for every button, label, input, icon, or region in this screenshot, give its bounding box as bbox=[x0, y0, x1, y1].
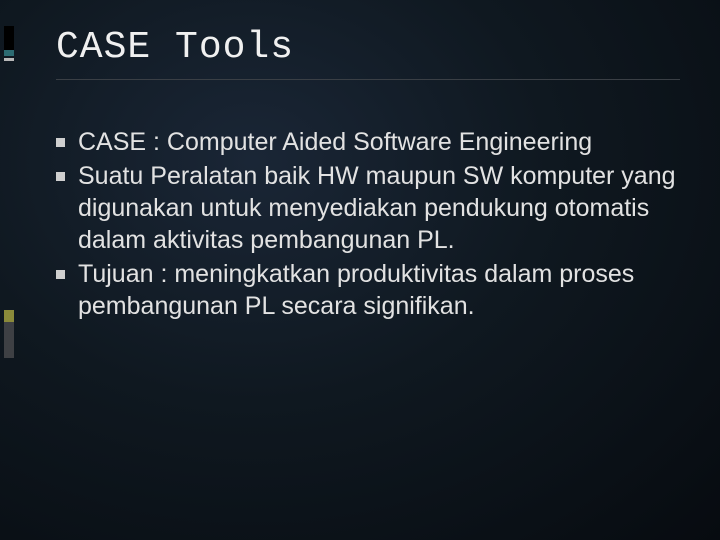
accent-seg-black bbox=[4, 26, 14, 50]
list-item: Tujuan : meningkatkan produktivitas dala… bbox=[78, 258, 680, 322]
side-accent-bottom bbox=[4, 310, 14, 358]
accent-seg-olive bbox=[4, 310, 14, 322]
accent-seg-teal bbox=[4, 50, 14, 56]
title-rule bbox=[56, 79, 680, 80]
list-item: CASE : Computer Aided Software Engineeri… bbox=[78, 126, 680, 158]
slide-title: CASE Tools bbox=[56, 26, 680, 69]
accent-seg-light bbox=[4, 58, 14, 61]
list-item: Suatu Peralatan baik HW maupun SW komput… bbox=[78, 160, 680, 256]
side-accent-top bbox=[4, 26, 14, 61]
slide-content: CASE Tools CASE : Computer Aided Softwar… bbox=[56, 26, 680, 324]
bullet-list: CASE : Computer Aided Software Engineeri… bbox=[56, 126, 680, 322]
accent-seg-gray bbox=[4, 322, 14, 358]
